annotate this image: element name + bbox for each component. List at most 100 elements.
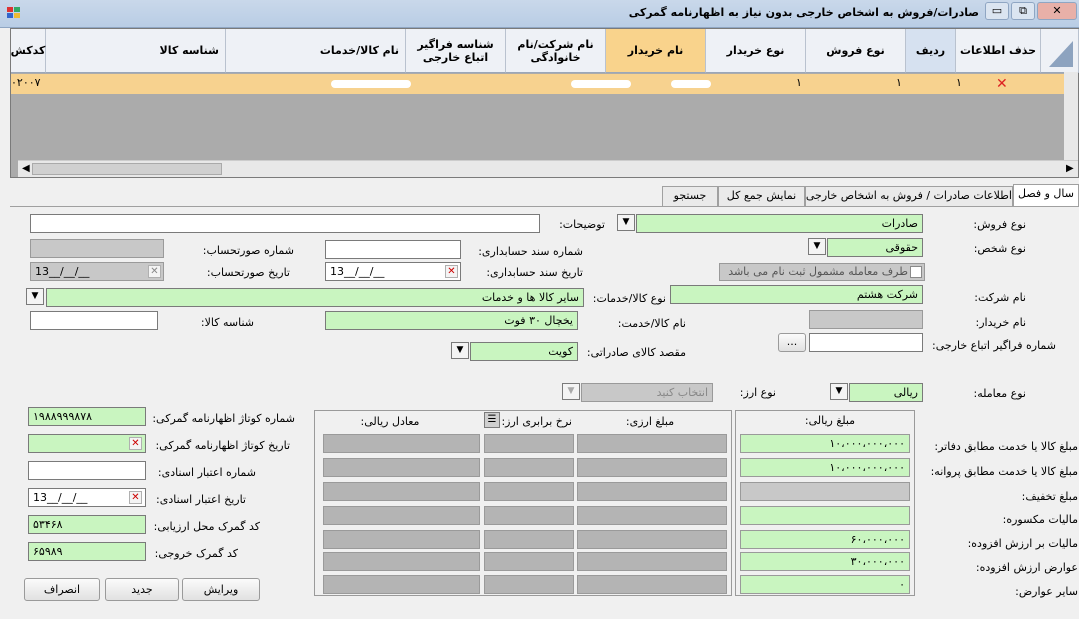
- col-header-buyer-type[interactable]: نوع خریدار: [706, 29, 806, 73]
- col-header-delete[interactable]: حذف اطلاعات: [956, 29, 1041, 73]
- col-header-goods-name[interactable]: نام کالا/خدمات: [226, 29, 406, 73]
- customs-no-input[interactable]: ۱۹۸۸۹۹۹۸۷۸: [28, 407, 146, 426]
- rate-input[interactable]: [484, 575, 574, 594]
- currency-type-dropdown-icon[interactable]: ▼: [562, 383, 580, 400]
- data-grid[interactable]: حذف اطلاعات ردیف نوع فروش نوع خریدار نام…: [10, 28, 1079, 178]
- col-header-goods-id[interactable]: شناسه کالا: [46, 29, 226, 73]
- window-title: صادرات/فروش به اشخاص خارجی بدون نیاز به …: [628, 6, 979, 19]
- fx-amount-input[interactable]: [577, 552, 727, 571]
- rial-eq-input[interactable]: [323, 552, 480, 571]
- scroll-right-icon[interactable]: ▶: [1066, 163, 1074, 174]
- fx-amount-input[interactable]: [577, 575, 727, 594]
- invoice-no-label: شماره صورتحساب:: [202, 244, 294, 257]
- col-header-code[interactable]: کدکش: [11, 29, 46, 73]
- fx-amount-input[interactable]: [577, 506, 727, 525]
- new-button[interactable]: جدید: [105, 578, 179, 601]
- fx-amount-input[interactable]: [577, 434, 727, 453]
- col-header-row[interactable]: ردیف: [906, 29, 956, 73]
- rial-amount-input[interactable]: ۱۰،۰۰۰،۰۰۰،۰۰۰: [740, 434, 910, 453]
- sale-type-dropdown-icon[interactable]: ▼: [617, 214, 635, 231]
- customs-code-input[interactable]: ۵۳۴۶۸: [28, 515, 146, 534]
- scroll-thumb[interactable]: [32, 163, 222, 175]
- amount-row-label: عوارض ارزش افزوده:: [975, 561, 1078, 574]
- rate-input[interactable]: [484, 552, 574, 571]
- goods-type-dropdown-icon[interactable]: ▼: [26, 288, 44, 305]
- rate-input[interactable]: [484, 506, 574, 525]
- tab-totals[interactable]: نمایش جمع کل: [718, 186, 805, 206]
- cell-row: ۱: [956, 76, 962, 89]
- rial-amount-input[interactable]: ۰: [740, 575, 910, 594]
- exit-code-input[interactable]: ۶۵۹۸۹: [28, 542, 146, 561]
- browse-button[interactable]: ...: [778, 333, 806, 352]
- desc-label: توضیحات:: [559, 218, 605, 231]
- registered-party-checkbox[interactable]: [910, 266, 922, 278]
- invoice-no-input[interactable]: [30, 239, 164, 258]
- buyer-name-input[interactable]: [809, 310, 923, 329]
- clear-invoice-date-icon[interactable]: ✕: [148, 265, 161, 278]
- deal-type-select[interactable]: ریالی: [849, 383, 923, 402]
- rate-input[interactable]: [484, 530, 574, 549]
- scroll-left-icon[interactable]: ◀: [22, 163, 30, 174]
- rate-input[interactable]: [484, 434, 574, 453]
- company-input[interactable]: شرکت هشتم: [670, 285, 923, 304]
- person-type-dropdown-icon[interactable]: ▼: [808, 238, 826, 255]
- credit-no-input[interactable]: [28, 461, 146, 480]
- foreign-id-input[interactable]: [809, 333, 923, 352]
- rial-amount-input[interactable]: ۱۰،۰۰۰،۰۰۰،۰۰۰: [740, 458, 910, 477]
- desc-input[interactable]: [30, 214, 540, 233]
- deal-type-dropdown-icon[interactable]: ▼: [830, 383, 848, 400]
- fx-amount-input[interactable]: [577, 482, 727, 501]
- sale-type-label: نوع فروش:: [973, 218, 1026, 231]
- rial-eq-input[interactable]: [323, 458, 480, 477]
- invoice-date-input[interactable]: 13__/__/__: [30, 262, 164, 281]
- rate-input[interactable]: [484, 458, 574, 477]
- rial-amount-input[interactable]: ۶۰،۰۰۰،۰۰۰: [740, 530, 910, 549]
- close-button[interactable]: ✕: [1037, 2, 1077, 20]
- cancel-button[interactable]: انصراف: [24, 578, 100, 601]
- fx-amount-input[interactable]: [577, 530, 727, 549]
- rial-eq-input[interactable]: [323, 434, 480, 453]
- col-header-sale-type[interactable]: نوع فروش: [806, 29, 906, 73]
- edit-button[interactable]: ویرایش: [182, 578, 260, 601]
- grid-vertical-scrollbar[interactable]: [1064, 72, 1078, 160]
- rate-input[interactable]: [484, 482, 574, 501]
- restore-button[interactable]: ⧉: [1011, 2, 1035, 20]
- goods-id-input[interactable]: [30, 311, 158, 330]
- tab-year-season[interactable]: سال و فصل: [1013, 184, 1079, 207]
- rial-amount-input[interactable]: ۳۰،۰۰۰،۰۰۰: [740, 552, 910, 571]
- company-label: نام شرکت:: [974, 291, 1026, 304]
- goods-type-select[interactable]: سایر کالا ها و خدمات: [46, 288, 584, 307]
- clear-customs-date-icon[interactable]: ✕: [129, 437, 142, 450]
- currency-type-select[interactable]: انتخاب کنید: [581, 383, 713, 402]
- rial-amount-input[interactable]: [740, 506, 910, 525]
- grid-horizontal-scrollbar[interactable]: ◀ ▶: [18, 160, 1078, 177]
- destination-dropdown-icon[interactable]: ▼: [451, 342, 469, 359]
- tab-search[interactable]: جستجو: [662, 186, 718, 206]
- goods-name-label: نام کالا/خدمت:: [617, 317, 686, 330]
- fx-amount-input[interactable]: [577, 458, 727, 477]
- clear-acc-doc-date-icon[interactable]: ✕: [445, 265, 458, 278]
- tab-export-info[interactable]: اطلاعات صادرات / فروش به اشخاص خارجی: [805, 186, 1013, 206]
- col-header-buyer-name[interactable]: نام خریدار: [606, 29, 706, 73]
- rial-eq-input[interactable]: [323, 482, 480, 501]
- rate-calc-icon[interactable]: ☰: [484, 412, 500, 428]
- acc-doc-date-input[interactable]: 13__/__/__: [325, 262, 461, 281]
- minimize-button[interactable]: ▭: [985, 2, 1009, 20]
- acc-doc-no-input[interactable]: [325, 240, 461, 259]
- clear-credit-date-icon[interactable]: ✕: [129, 491, 142, 504]
- sale-type-select[interactable]: صادرات: [636, 214, 923, 233]
- delete-icon[interactable]: ✕: [996, 76, 1008, 92]
- rate-header: نرخ برابری ارز:: [501, 415, 572, 428]
- col-header-company[interactable]: نام شرکت/نام خانوادگی: [506, 29, 606, 73]
- table-row[interactable]: ✕ ۱ ۱ ۱ ۰۲۰۰۷: [11, 74, 1071, 94]
- destination-select[interactable]: کویت: [470, 342, 578, 361]
- rial-eq-input[interactable]: [323, 575, 480, 594]
- rial-amount-input[interactable]: [740, 482, 910, 501]
- col-header-foreign-id[interactable]: شناسه فراگیر اتباع خارجی: [406, 29, 506, 73]
- person-type-select[interactable]: حقوقی: [827, 238, 923, 257]
- goods-name-input[interactable]: یخچال ۳۰ فوت: [325, 311, 578, 330]
- rial-eq-input[interactable]: [323, 530, 480, 549]
- amount-row-label: مالیات بر ارزش افزوده:: [967, 537, 1078, 550]
- redacted-buyer-name: [671, 80, 711, 88]
- rial-eq-input[interactable]: [323, 506, 480, 525]
